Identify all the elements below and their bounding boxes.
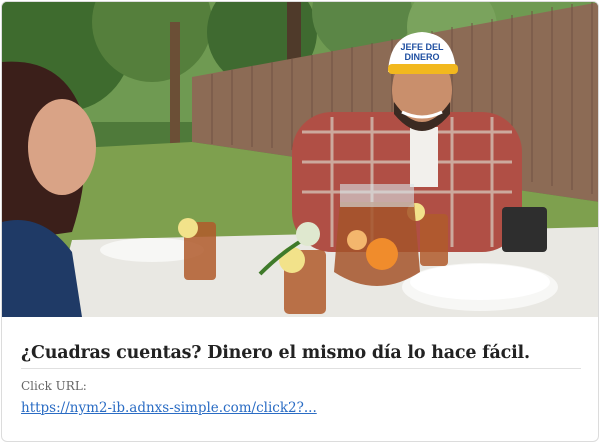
divider: [21, 368, 581, 369]
cap-text-line2: DINERO: [404, 52, 439, 62]
ad-headline[interactable]: ¿Cuadras cuentas? Dinero el mismo día lo…: [21, 341, 583, 365]
ad-card: JEFE DEL DINERO ¿Cuadras cuentas? Dinero…: [1, 1, 599, 442]
ad-body: ¿Cuadras cuentas? Dinero el mismo día lo…: [21, 317, 583, 417]
click-url-link[interactable]: https://nym2-ib.adnxs-simple.com/click2?…: [21, 399, 317, 417]
ad-image-illustration: JEFE DEL DINERO: [2, 2, 598, 317]
ad-image[interactable]: JEFE DEL DINERO: [2, 2, 598, 317]
click-url-label: Click URL:: [21, 379, 87, 393]
cap-text-line1: JEFE DEL: [400, 42, 444, 52]
